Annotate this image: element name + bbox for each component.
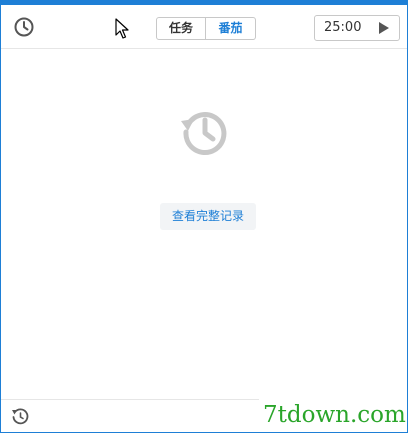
toolbar: 任务 番茄 25:00 bbox=[1, 5, 407, 49]
mode-switch: 任务 番茄 bbox=[156, 17, 256, 40]
history-icon bbox=[181, 112, 227, 156]
watermark-text: 7tdown.com bbox=[263, 402, 406, 428]
mouse-cursor-icon bbox=[115, 18, 129, 39]
tab-tasks[interactable]: 任务 bbox=[157, 18, 206, 39]
timer-button[interactable]: 25:00 bbox=[314, 15, 400, 41]
watermark: 7tdown.com bbox=[259, 399, 407, 432]
play-icon bbox=[379, 22, 389, 34]
tab-pomodoro[interactable]: 番茄 bbox=[206, 18, 255, 39]
app-window: 任务 番茄 25:00 查看完整记录 7tdown.com bbox=[0, 0, 408, 433]
view-full-history-button[interactable]: 查看完整记录 bbox=[160, 203, 256, 230]
clock-icon[interactable] bbox=[13, 16, 35, 38]
sync-history-icon[interactable] bbox=[11, 407, 30, 426]
timer-display: 25:00 bbox=[324, 20, 362, 35]
